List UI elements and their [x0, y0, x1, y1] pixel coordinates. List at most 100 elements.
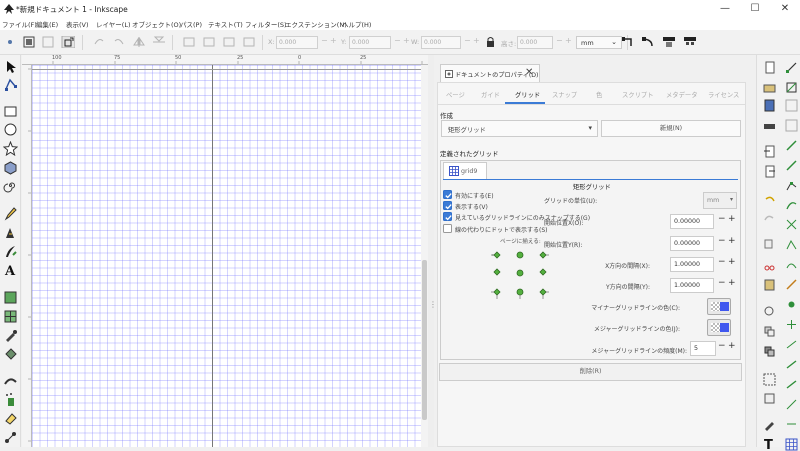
origin-x-plus-button[interactable]: + — [728, 214, 736, 224]
paint-bucket-tool-icon[interactable] — [3, 346, 18, 361]
tab-grid9[interactable]: grid9 — [443, 162, 487, 179]
undo-icon[interactable] — [763, 193, 776, 206]
snap-center-icon[interactable] — [785, 318, 798, 331]
snap-intersection-icon[interactable] — [785, 218, 798, 231]
snap-text-baseline-icon[interactable] — [785, 358, 798, 371]
width-minus-button[interactable]: − — [464, 36, 471, 45]
snap-bbox-edge-icon[interactable] — [785, 99, 798, 112]
visible-checkbox[interactable] — [443, 201, 452, 210]
menu-path[interactable]: パス(P) — [180, 19, 202, 29]
menu-edit[interactable]: 編集(E) — [36, 19, 58, 29]
spacing-y-input[interactable]: 1.00000 — [670, 278, 714, 293]
export-icon[interactable] — [763, 165, 776, 178]
origin-x-input[interactable]: 0.00000 — [670, 214, 714, 229]
raise-to-top-icon[interactable] — [182, 36, 196, 48]
redo-icon[interactable] — [763, 212, 776, 225]
snap-bbox-corner-icon[interactable] — [785, 119, 798, 132]
dropper-tool-icon[interactable] — [3, 328, 18, 343]
spacing-x-plus-button[interactable]: + — [728, 257, 736, 267]
height-minus-button[interactable]: − — [556, 36, 563, 45]
remove-grid-button[interactable]: 削除(R) — [439, 363, 742, 381]
tab-color[interactable]: 色 — [596, 90, 602, 99]
origin-y-input[interactable]: 0.00000 — [670, 236, 714, 251]
minor-color-button[interactable] — [707, 298, 731, 315]
menu-view[interactable]: 表示(V) — [66, 19, 89, 29]
vertical-ruler[interactable] — [22, 65, 32, 447]
origin-y-minus-button[interactable]: − — [718, 236, 726, 246]
flip-vertical-icon[interactable] — [152, 36, 166, 48]
tab-page[interactable]: ページ — [446, 90, 465, 99]
alignment-anchor-grid[interactable] — [490, 248, 550, 300]
snap-grid-icon[interactable] — [785, 438, 798, 451]
menu-layer[interactable]: レイヤー(L) — [96, 19, 131, 29]
document-properties-dock-tab[interactable]: ドキュメントのプロパティ(D) ✕ — [440, 64, 540, 82]
tab-license[interactable]: ライセンス — [708, 90, 739, 99]
spacing-x-minus-button[interactable]: − — [718, 257, 726, 267]
ungroup-icon[interactable] — [763, 392, 776, 405]
text-tool-icon[interactable]: A — [3, 262, 18, 277]
mesh-tool-icon[interactable] — [3, 309, 18, 324]
unit-select[interactable]: mm ⌄ — [576, 36, 622, 49]
select-all-icon[interactable] — [3, 36, 17, 48]
width-plus-button[interactable]: + — [473, 36, 480, 45]
menu-text[interactable]: テキスト(T) — [208, 19, 243, 29]
tab-snap[interactable]: スナップ — [552, 90, 577, 99]
ellipse-tool-icon[interactable] — [3, 122, 18, 137]
snap-bbox-center-icon[interactable] — [785, 159, 798, 172]
menu-object[interactable]: オブジェクト(O) — [132, 19, 181, 29]
maximize-button[interactable]: ☐ — [740, 0, 770, 18]
3d-box-tool-icon[interactable] — [3, 160, 18, 175]
rectangle-tool-icon[interactable] — [3, 104, 18, 119]
scale-corners-icon[interactable] — [641, 36, 655, 48]
clone-icon[interactable] — [763, 345, 776, 358]
gradient-tool-icon[interactable] — [3, 290, 18, 305]
snap-bbox-midpoint-icon[interactable] — [785, 139, 798, 152]
minimize-button[interactable]: — — [710, 0, 740, 18]
x-field[interactable]: 0.000 — [276, 36, 318, 49]
raise-icon[interactable] — [202, 36, 216, 48]
enabled-checkbox[interactable] — [443, 190, 452, 199]
move-patterns-icon[interactable] — [683, 36, 697, 48]
origin-x-minus-button[interactable]: − — [718, 214, 726, 224]
major-color-button[interactable] — [707, 319, 731, 336]
snap-object-midpoint-icon[interactable] — [785, 298, 798, 311]
spacing-y-plus-button[interactable]: + — [728, 278, 736, 288]
menu-help[interactable]: ヘルプ(H) — [342, 19, 371, 29]
pencil-tool-icon[interactable] — [3, 206, 18, 221]
snap-nodes-icon[interactable] — [785, 179, 798, 192]
x-minus-button[interactable]: − — [321, 36, 328, 45]
grid-type-select[interactable]: 矩形グリッド ▾ — [441, 120, 598, 137]
move-gradients-icon[interactable] — [662, 36, 676, 48]
origin-y-plus-button[interactable]: + — [728, 236, 736, 246]
new-grid-button[interactable]: 新規(N) — [601, 120, 741, 137]
snap-midpoint-icon[interactable] — [785, 278, 798, 291]
horizontal-ruler[interactable]: 100 75 50 25 0 25 — [22, 55, 428, 65]
snap-page-border-icon[interactable] — [785, 378, 798, 391]
snap-visible-only-checkbox[interactable] — [443, 212, 452, 221]
snap-guide-icon[interactable] — [785, 398, 798, 411]
snap-path-icon[interactable] — [785, 198, 798, 211]
calligraphy-tool-icon[interactable] — [3, 244, 18, 259]
deselect-icon[interactable] — [41, 36, 55, 48]
duplicate-icon[interactable] — [763, 325, 776, 338]
rotate-cw-icon[interactable] — [112, 36, 126, 48]
drawing-canvas[interactable] — [32, 65, 421, 447]
lower-icon[interactable] — [222, 36, 236, 48]
tab-guides[interactable]: ガイド — [481, 90, 500, 99]
close-window-button[interactable]: ✕ — [770, 0, 800, 18]
scale-stroke-icon[interactable] — [620, 36, 634, 48]
open-icon[interactable] — [763, 81, 776, 94]
rotate-ccw-icon[interactable] — [92, 36, 106, 48]
lock-icon[interactable] — [483, 36, 497, 48]
snap-grid-alt-icon[interactable] — [785, 418, 798, 431]
spiral-tool-icon[interactable] — [3, 178, 18, 193]
connector-tool-icon[interactable] — [3, 430, 18, 445]
tab-grids[interactable]: グリッド — [515, 90, 540, 99]
print-icon[interactable] — [763, 119, 776, 132]
snap-rotation-center-icon[interactable] — [785, 338, 798, 351]
x-plus-button[interactable]: + — [330, 36, 337, 45]
menu-extensions[interactable]: エクステンション(N) — [285, 19, 347, 29]
save-icon[interactable] — [763, 99, 776, 112]
width-field[interactable]: 0.000 — [421, 36, 461, 49]
cut-icon[interactable] — [763, 258, 776, 271]
